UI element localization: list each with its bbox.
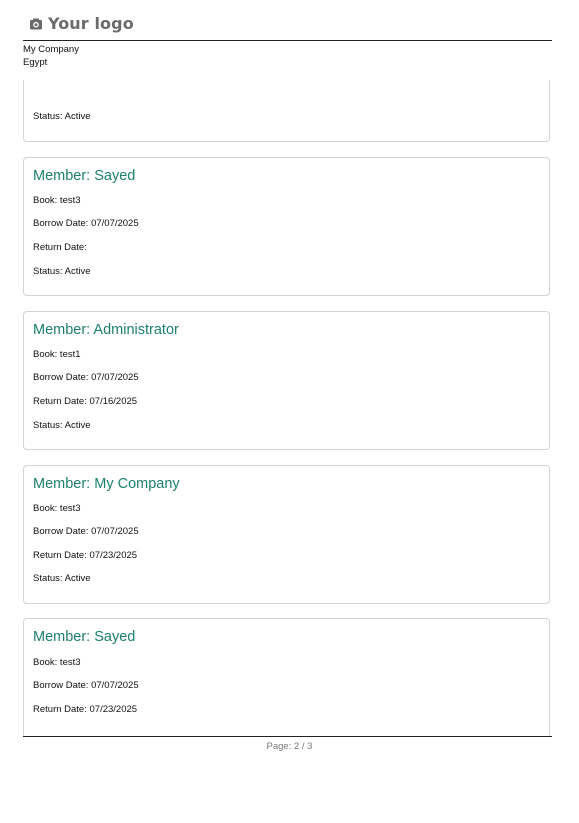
record-return-date: Return Date: 07/23/2025 <box>33 550 138 561</box>
record-card: Member: Sayed Book: test3 Borrow Date: 0… <box>23 618 550 737</box>
record-card: Member: My Company Book: test3 Borrow Da… <box>23 465 550 604</box>
record-book: Book: test3 <box>33 195 81 206</box>
company-name: My Company <box>23 44 79 55</box>
record-card: Status: Active <box>23 80 550 142</box>
company-country: Egypt <box>23 57 48 68</box>
record-card: Member: Sayed Book: test3 Borrow Date: 0… <box>23 157 550 296</box>
record-return-date: Return Date: 07/16/2025 <box>33 396 138 407</box>
company-address: My Company Egypt <box>23 43 79 69</box>
record-card: Member: Administrator Book: test1 Borrow… <box>23 311 550 450</box>
record-borrow-date: Borrow Date: 07/07/2025 <box>33 680 139 691</box>
record-status: Status: Active <box>33 111 91 122</box>
record-borrow-date: Borrow Date: 07/07/2025 <box>33 526 139 537</box>
record-book: Book: test3 <box>33 657 81 668</box>
record-return-date: Return Date: 07/23/2025 <box>33 704 138 715</box>
record-member-title: Member: Sayed <box>33 168 136 184</box>
record-status: Status: Active <box>33 420 91 431</box>
page-number: Page: 2 / 3 <box>266 741 313 752</box>
record-book: Book: test1 <box>33 349 81 360</box>
logo-text: Your logo <box>48 14 134 33</box>
record-status: Status: Active <box>33 266 91 277</box>
report-header: Your logo <box>23 0 552 41</box>
footer-divider <box>23 736 552 737</box>
record-return-date: Return Date: <box>33 242 87 253</box>
record-member-title: Member: Sayed <box>33 629 136 645</box>
record-borrow-date: Borrow Date: 07/07/2025 <box>33 218 139 229</box>
company-logo: Your logo <box>29 14 134 33</box>
camera-icon <box>30 18 42 29</box>
record-member-title: Member: My Company <box>33 476 180 492</box>
record-member-title: Member: Administrator <box>33 322 179 338</box>
record-status: Status: Active <box>33 573 91 584</box>
record-book: Book: test3 <box>33 503 81 514</box>
record-borrow-date: Borrow Date: 07/07/2025 <box>33 372 139 383</box>
